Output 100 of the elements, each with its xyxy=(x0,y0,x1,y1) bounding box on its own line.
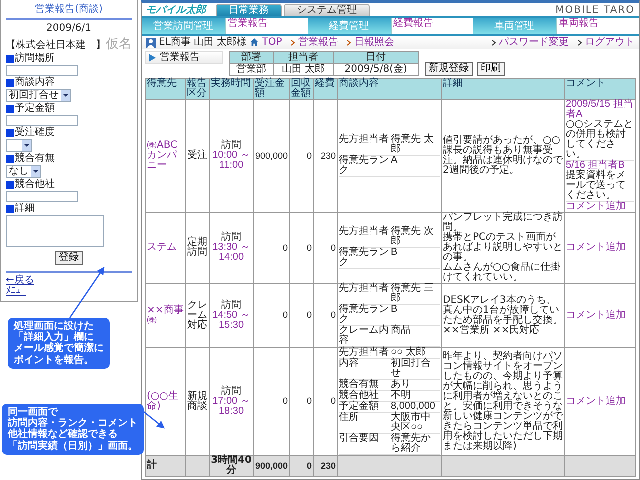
add-comment-link[interactable]: コメント追加 xyxy=(566,396,634,406)
table-cell: 0 xyxy=(314,348,338,456)
account-link[interactable]: パスワード変更 xyxy=(499,37,569,48)
property-value: B xyxy=(391,248,399,260)
table-header-cell: 実務時間 xyxy=(210,78,254,100)
table-cell: 0 xyxy=(290,348,314,456)
table-cell: 営業部 xyxy=(230,64,274,76)
input-field[interactable] xyxy=(6,65,78,76)
breadcrumb-link[interactable]: 営業報告 xyxy=(298,37,338,48)
property-label: 先方担当者 xyxy=(339,284,390,296)
property-value: ○○ 太郎 xyxy=(391,348,427,358)
top-link[interactable]: TOP xyxy=(262,37,282,48)
total-cell: 0 xyxy=(290,456,314,476)
table-header-cell: 回収金額 xyxy=(290,78,314,100)
logo: モバイル太郎 xyxy=(146,5,206,16)
chevron-icon xyxy=(347,40,352,46)
comment-text: 提案資料をメールで送ってください。 xyxy=(566,171,634,202)
detail-text: 値引要請があったが、○○課長の説得もあり無事受注。納品は連休明けなので2週間後の予定。 xyxy=(443,136,563,176)
table-cell: 新規商談 xyxy=(186,348,210,456)
triangle-icon xyxy=(149,54,156,62)
property-value: 得意先 次郎 xyxy=(391,227,435,247)
input-field[interactable] xyxy=(6,115,78,126)
time-range: 13:30 ～ 14:00 xyxy=(212,243,252,263)
property-label: 得意先ランク xyxy=(339,156,390,176)
detail-text: 昨年より、契約者向けパソコン情報サイトをオープンしたものの、今期より予算が大幅に削られ、思うように利用者が増えないとのこと。安価に利用できそうな新しい健康コンテンツができたらコンテンツ単品で利用を検討したいただし下期または来期以降) xyxy=(443,352,563,452)
menu-link[interactable]: 営業報告 xyxy=(228,18,268,29)
table-cell: 0 xyxy=(254,284,290,348)
select-field[interactable]: 初回打合せ xyxy=(6,89,71,102)
field-label: 競合他社 xyxy=(15,179,55,190)
nav-link[interactable]: ﾒﾆｭｰ xyxy=(6,286,26,298)
table-header-cell: コメント xyxy=(564,78,636,100)
table-cell: 0 xyxy=(314,284,338,348)
caret-icon xyxy=(32,170,38,174)
customer-link[interactable]: (○○生命) xyxy=(147,392,184,412)
callout: 同一画面で 訪問内容・ランク・コメント 他社情報など確認できる 「訪問実績（日別）」画面。 xyxy=(2,404,144,455)
tab[interactable]: システム管理 xyxy=(284,4,370,16)
textarea-field[interactable] xyxy=(6,215,104,248)
menu-link[interactable]: 経費報告 xyxy=(394,18,434,29)
breadcrumb-link[interactable]: 日報照会 xyxy=(354,37,394,48)
select-field[interactable] xyxy=(6,139,32,152)
property-value: あり xyxy=(391,380,412,390)
table-header-cell: 商談内容 xyxy=(338,78,442,100)
form-title: 営業報告(商談) xyxy=(6,2,132,20)
property-value: 商品 xyxy=(391,326,412,338)
action-button[interactable]: 印刷 xyxy=(477,62,505,76)
property-label: 先方担当者 xyxy=(339,227,390,239)
field-label: 商談内容 xyxy=(15,77,55,88)
property-value: B xyxy=(391,305,399,317)
field-label: 訪問場所 xyxy=(15,53,55,64)
property-value: 得意先から紹介 xyxy=(391,434,432,454)
chevron-icon xyxy=(492,40,496,46)
add-comment-link[interactable]: コメント追加 xyxy=(566,202,634,212)
field-label: 受注確度 xyxy=(15,127,55,138)
property-label: 先方担当者 xyxy=(339,348,390,358)
customer-link[interactable]: ステム xyxy=(147,243,184,253)
table-cell: 0 xyxy=(290,212,314,284)
table-cell: 0 xyxy=(314,212,338,284)
square-icon xyxy=(6,104,14,113)
property-label: 得意先ランク xyxy=(339,248,390,268)
register-button[interactable]: 登録 xyxy=(55,251,83,266)
square-icon xyxy=(6,78,14,87)
field-label: 予定金額 xyxy=(15,103,55,114)
table-cell: 山田 太郎 xyxy=(273,64,334,76)
add-comment-link[interactable]: コメント追加 xyxy=(566,243,634,253)
visit-label: 訪問 xyxy=(220,233,242,243)
caret-icon xyxy=(62,94,68,98)
account-link[interactable]: ログアウト xyxy=(585,37,635,48)
callout-arrow xyxy=(69,266,105,318)
table-header-cell: 日付 xyxy=(334,52,418,64)
time-range: 17:00 ～ 18:30 xyxy=(212,396,252,416)
select-field[interactable]: なし xyxy=(6,165,41,178)
time-range: 14:50 ～ 15:30 xyxy=(212,310,252,330)
table-header-cell: 得意先 xyxy=(146,78,186,100)
menu-link[interactable]: 車両報告 xyxy=(559,18,600,29)
brand-name: MOBILE TARO xyxy=(556,5,635,16)
comment-author: 5/16 担当者B xyxy=(566,161,626,171)
table-cell: 0 xyxy=(254,212,290,284)
comment-author: 2009/5/15 担当者A xyxy=(566,100,634,120)
visit-label: 訪問 xyxy=(220,141,242,151)
table-cell: 受注 xyxy=(186,100,210,212)
table-cell: 定期訪問 xyxy=(186,212,210,284)
visit-label: 訪問 xyxy=(220,386,242,396)
total-cell: 計 xyxy=(146,456,186,476)
input-field[interactable] xyxy=(6,191,78,202)
total-cell: 3時間40分 xyxy=(210,456,254,476)
chevron-icon xyxy=(291,40,296,46)
action-button[interactable]: 新規登録 xyxy=(425,62,473,76)
detail-text: 携帯とPCのテスト画面があればより説明しやすいとの事。 xyxy=(443,233,563,263)
nav-link[interactable]: ←戻る xyxy=(6,275,34,286)
table-cell: 2009/5/8(金) xyxy=(334,64,418,76)
callout: 処理画面に設けた 「詳細入力」欄に メール感覚で簡潔に ポイントを報告。 xyxy=(8,318,110,369)
property-value: 8,000,000 xyxy=(391,402,436,412)
table-header-cell: 受注金額 xyxy=(254,78,290,100)
add-comment-link[interactable]: コメント追加 xyxy=(566,310,634,320)
property-label: 住所 xyxy=(339,413,360,425)
square-icon xyxy=(6,128,14,137)
square-icon xyxy=(6,154,14,163)
person-icon xyxy=(146,38,156,48)
table-cell: 900,000 xyxy=(254,100,290,212)
field-label: 競合有無 xyxy=(15,153,55,164)
